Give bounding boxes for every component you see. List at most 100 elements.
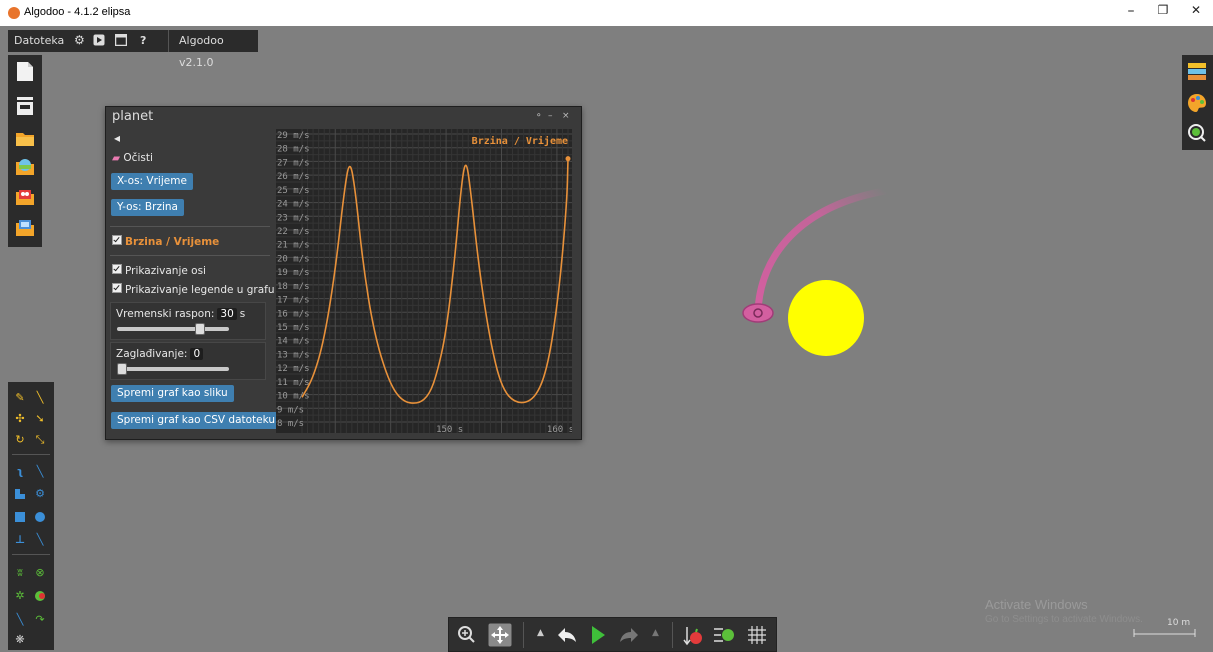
- chart-svg: 29 m/s 28 m/s 27 m/s 26 m/s 25 m/s 24 m/s 23 m…: [276, 129, 572, 433]
- save-image-button[interactable]: Spremi graf kao sliku: [111, 385, 234, 402]
- redo-icon[interactable]: [619, 626, 639, 644]
- air-friction-icon[interactable]: [713, 624, 737, 646]
- laser-tool-icon[interactable]: ✲: [14, 590, 26, 602]
- sun[interactable]: [788, 280, 864, 356]
- series-toggle[interactable]: Brzina / Vrijeme: [112, 235, 219, 248]
- chart-title: Brzina / Vrijeme: [472, 135, 568, 147]
- algobox-folder-icon[interactable]: [14, 156, 36, 176]
- y-tick-label: 28 m/s: [277, 145, 310, 155]
- windows-activation-watermark: Activate Windows Go to Settings to activ…: [985, 597, 1143, 625]
- lessons-folder-icon[interactable]: [14, 217, 36, 237]
- panel-close-button[interactable]: ×: [562, 111, 570, 121]
- fixate-tool-icon[interactable]: ⊗: [34, 567, 46, 579]
- y-tick-label: 16 m/s: [277, 309, 310, 319]
- smoothing-slider-handle[interactable]: [117, 363, 127, 375]
- y-tick-label: 29 m/s: [277, 131, 310, 141]
- move-tool-icon[interactable]: ✣: [14, 413, 26, 425]
- y-tick-label: 20 m/s: [277, 254, 310, 264]
- time-range-unit: s: [239, 308, 246, 320]
- chain-tool-icon[interactable]: ╲: [34, 534, 46, 546]
- file-toolbar: [8, 55, 42, 247]
- time-range-input[interactable]: 30: [217, 308, 237, 320]
- y-tick-label: 14 m/s: [277, 337, 310, 347]
- circle-tool-icon[interactable]: [34, 511, 46, 523]
- y-tick-label: 23 m/s: [277, 213, 310, 223]
- window-titlebar: Algodoo - 4.1.2 elipsa – ❐ ✕: [0, 0, 1213, 26]
- time-range-row: Vremenski raspon: 30 s: [116, 308, 245, 320]
- show-legend-label: Prikazivanje legende u grafu: [125, 284, 275, 296]
- eraser-icon: ▰: [112, 152, 121, 164]
- y-tick-label: 15 m/s: [277, 323, 310, 333]
- play-icon[interactable]: [590, 625, 606, 645]
- spring-tool-icon[interactable]: ʅ: [14, 466, 26, 478]
- gear-tool-icon[interactable]: ⚙: [34, 488, 46, 500]
- y-tick-label: 26 m/s: [277, 172, 310, 182]
- pan-icon[interactable]: [488, 623, 512, 647]
- polygon-tool-icon[interactable]: [14, 488, 26, 500]
- file-manager-icon[interactable]: [14, 95, 36, 115]
- brush-tool-icon[interactable]: ❋: [14, 634, 26, 646]
- drag-tool-icon[interactable]: ➘: [34, 413, 46, 425]
- y-axis-button[interactable]: Y-os: Brzina: [111, 199, 184, 216]
- show-legend-checkbox[interactable]: Prikazivanje legende u grafu: [112, 283, 275, 296]
- knife-tool-icon[interactable]: ╲: [34, 466, 46, 478]
- show-axes-checkbox[interactable]: Prikazivanje osi: [112, 264, 206, 277]
- smoothing-row: Zaglađivanje: 0: [116, 348, 206, 360]
- play-mode-icon[interactable]: [93, 34, 105, 49]
- planet[interactable]: [742, 303, 774, 323]
- watermark-subtitle: Go to Settings to activate Windows.: [985, 614, 1143, 625]
- maximize-button[interactable]: ❐: [1148, 3, 1178, 17]
- background-layers-icon[interactable]: [1187, 61, 1207, 81]
- y-tick-label: 21 m/s: [277, 241, 310, 251]
- window-icon[interactable]: [114, 33, 128, 49]
- y-tick-label: 27 m/s: [277, 158, 310, 168]
- scenes-folder-icon[interactable]: [14, 186, 36, 206]
- save-csv-button[interactable]: Spremi graf kao CSV datoteku: [111, 412, 282, 429]
- minimize-button[interactable]: –: [1116, 3, 1146, 19]
- undo-menu-arrow-icon[interactable]: ▲: [537, 628, 544, 638]
- scale-tool-icon[interactable]: ⤡: [34, 434, 46, 446]
- cut-tool-icon[interactable]: ╲: [34, 392, 46, 404]
- back-arrow-icon[interactable]: ◂: [114, 131, 120, 145]
- smoothing-slider[interactable]: [117, 367, 229, 371]
- panel-title: planet: [112, 109, 154, 124]
- show-axes-label: Prikazivanje osi: [125, 265, 206, 277]
- redo-menu-arrow-icon[interactable]: ▲: [652, 628, 659, 638]
- close-button[interactable]: ✕: [1181, 3, 1211, 17]
- hinge-tool-icon[interactable]: ↷: [34, 614, 46, 626]
- palette-icon[interactable]: [1187, 93, 1207, 113]
- x-axis-button[interactable]: X-os: Vrijeme: [111, 173, 193, 190]
- grid-icon[interactable]: [746, 624, 768, 646]
- tracer-tool-icon[interactable]: [34, 590, 46, 602]
- y-tick-label: 22 m/s: [277, 227, 310, 237]
- help-button[interactable]: ?: [140, 34, 146, 47]
- undo-icon[interactable]: [557, 626, 577, 644]
- tool-separator: [12, 554, 50, 555]
- zoom-icon[interactable]: [457, 625, 477, 645]
- y-tick-label: 12 m/s: [277, 364, 310, 374]
- speed-time-chart: 29 m/s 28 m/s 27 m/s 26 m/s 25 m/s 24 m/s 23 m…: [276, 129, 572, 433]
- sketch-tool-icon[interactable]: ✎: [14, 392, 26, 404]
- gravity-icon[interactable]: [682, 624, 704, 646]
- toolbar-separator: [672, 622, 673, 648]
- open-folder-icon[interactable]: [14, 127, 36, 147]
- time-range-slider[interactable]: [117, 327, 229, 331]
- plane-tool-icon[interactable]: ⊥: [14, 534, 26, 546]
- tools-toolbar: ✎ ╲ ✣ ➘ ↻ ⤡ ʅ ╲ ⚙ ⊥ ╲ ʬ ⊗ ✲ ╲ ↷ ❋: [8, 382, 54, 650]
- box-tool-icon[interactable]: [14, 511, 26, 523]
- pen-tool-icon[interactable]: ╲: [14, 614, 26, 626]
- y-tick-label: 8 m/s: [277, 419, 304, 429]
- panel-minimize-button[interactable]: –: [548, 111, 553, 121]
- file-menu[interactable]: Datoteka: [14, 34, 64, 47]
- rotate-tool-icon[interactable]: ↻: [14, 434, 26, 446]
- series-label: Brzina / Vrijeme: [125, 236, 220, 248]
- new-scene-icon[interactable]: [14, 61, 36, 81]
- zoom-help-icon[interactable]: [1187, 123, 1207, 143]
- time-range-slider-handle[interactable]: [195, 323, 205, 335]
- smoothing-input[interactable]: 0: [190, 348, 204, 360]
- panel-settings-icon[interactable]: ⚬: [535, 111, 543, 121]
- clear-button[interactable]: ▰ Očisti: [112, 152, 153, 164]
- settings-gear-icon[interactable]: ⚙: [74, 33, 85, 47]
- thruster-tool-icon[interactable]: ʬ: [14, 567, 26, 579]
- smoothing-group: Zaglađivanje: 0: [110, 342, 266, 380]
